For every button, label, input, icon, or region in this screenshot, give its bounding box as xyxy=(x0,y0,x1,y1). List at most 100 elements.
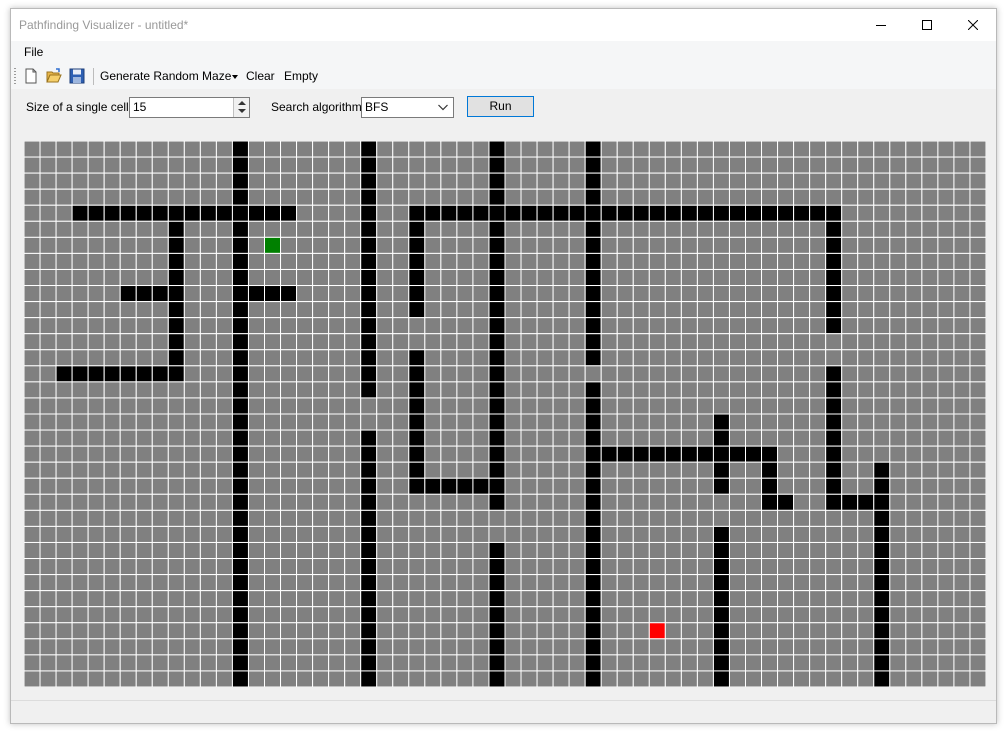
grid-cell[interactable] xyxy=(440,268,458,287)
grid-cell[interactable] xyxy=(247,638,266,656)
grid-cell[interactable] xyxy=(296,509,314,527)
grid-cell[interactable] xyxy=(632,622,650,640)
grid-cell[interactable] xyxy=(55,461,73,479)
grid-cell[interactable] xyxy=(921,493,939,511)
grid-cell[interactable] xyxy=(183,525,201,543)
grid-cell[interactable] xyxy=(536,558,554,576)
grid-cell[interactable] xyxy=(520,301,538,319)
wall-cell[interactable] xyxy=(873,638,891,656)
grid-cell[interactable] xyxy=(103,413,121,431)
grid-cell[interactable] xyxy=(408,622,426,640)
grid-cell[interactable] xyxy=(745,429,763,447)
grid-cell[interactable] xyxy=(905,429,923,447)
grid-cell[interactable] xyxy=(712,397,730,415)
grid-cell[interactable] xyxy=(103,638,121,656)
grid-cell[interactable] xyxy=(39,236,57,254)
grid-cell[interactable] xyxy=(199,638,217,656)
grid-cell[interactable] xyxy=(745,590,763,608)
grid-cell[interactable] xyxy=(392,541,410,560)
grid-cell[interactable] xyxy=(600,558,618,576)
grid-cell[interactable] xyxy=(504,493,522,511)
grid-cell[interactable] xyxy=(745,317,763,335)
grid-cell[interactable] xyxy=(264,638,282,656)
wall-cell[interactable] xyxy=(488,622,506,640)
grid-cell[interactable] xyxy=(247,333,266,351)
grid-cell[interactable] xyxy=(167,188,185,206)
grid-cell[interactable] xyxy=(712,140,730,158)
grid-cell[interactable] xyxy=(905,654,923,672)
wall-cell[interactable] xyxy=(119,285,137,303)
wall-cell[interactable] xyxy=(504,204,522,222)
grid-cell[interactable] xyxy=(199,477,217,495)
grid-cell[interactable] xyxy=(568,558,586,576)
wall-cell[interactable] xyxy=(488,397,506,415)
grid-cell[interactable] xyxy=(408,638,426,656)
grid-cell[interactable] xyxy=(504,381,522,399)
grid-cell[interactable] xyxy=(135,461,153,479)
grid-cell[interactable] xyxy=(616,349,634,367)
grid-cell[interactable] xyxy=(247,188,266,206)
grid-cell[interactable] xyxy=(328,220,346,238)
grid-cell[interactable] xyxy=(119,493,137,511)
grid-cell[interactable] xyxy=(424,493,442,511)
grid-cell[interactable] xyxy=(135,606,153,624)
grid-cell[interactable] xyxy=(103,461,121,479)
grid-cell[interactable] xyxy=(905,252,923,270)
grid-cell[interactable] xyxy=(392,285,410,303)
grid-cell[interactable] xyxy=(745,252,763,270)
grid-cell[interactable] xyxy=(937,670,955,688)
grid-cell[interactable] xyxy=(696,333,714,351)
grid-cell[interactable] xyxy=(504,509,522,527)
grid-cell[interactable] xyxy=(199,670,217,688)
grid-cell[interactable] xyxy=(520,397,538,415)
grid-cell[interactable] xyxy=(392,188,410,206)
grid-cell[interactable] xyxy=(809,156,827,174)
wall-cell[interactable] xyxy=(488,381,506,399)
grid-cell[interactable] xyxy=(215,622,233,640)
grid-cell[interactable] xyxy=(23,638,41,656)
grid-cell[interactable] xyxy=(937,333,955,351)
grid-cell[interactable] xyxy=(969,670,987,688)
grid-cell[interactable] xyxy=(616,381,634,399)
wall-cell[interactable] xyxy=(728,204,746,222)
wall-cell[interactable] xyxy=(632,445,650,463)
grid-cell[interactable] xyxy=(39,461,57,479)
grid-cell[interactable] xyxy=(87,220,105,238)
grid-cell[interactable] xyxy=(376,413,394,431)
grid-cell[interactable] xyxy=(280,252,298,270)
grid-cell[interactable] xyxy=(857,638,875,656)
grid-cell[interactable] xyxy=(280,268,298,287)
grid-cell[interactable] xyxy=(777,252,795,270)
grid-cell[interactable] xyxy=(264,670,282,688)
grid-cell[interactable] xyxy=(344,670,362,688)
grid-cell[interactable] xyxy=(167,541,185,560)
grid-cell[interactable] xyxy=(167,574,185,592)
grid-cell[interactable] xyxy=(648,606,666,624)
grid-cell[interactable] xyxy=(39,541,57,560)
grid-cell[interactable] xyxy=(873,445,891,463)
grid-cell[interactable] xyxy=(728,317,746,335)
grid-cell[interactable] xyxy=(167,493,185,511)
grid-cell[interactable] xyxy=(552,654,570,672)
wall-cell[interactable] xyxy=(103,204,121,222)
grid-cell[interactable] xyxy=(520,558,538,576)
grid-cell[interactable] xyxy=(536,413,554,431)
wall-cell[interactable] xyxy=(825,236,843,254)
grid-cell[interactable] xyxy=(921,204,939,222)
grid-cell[interactable] xyxy=(905,236,923,254)
grid-cell[interactable] xyxy=(456,413,474,431)
grid-cell[interactable] xyxy=(440,317,458,335)
grid-cell[interactable] xyxy=(199,236,217,254)
grid-cell[interactable] xyxy=(39,477,57,495)
grid-cell[interactable] xyxy=(520,140,538,158)
grid-cell[interactable] xyxy=(793,461,811,479)
open-folder-icon[interactable] xyxy=(46,68,62,84)
wall-cell[interactable] xyxy=(360,236,378,254)
grid-cell[interactable] xyxy=(728,140,746,158)
grid-cell[interactable] xyxy=(408,188,426,206)
grid-cell[interactable] xyxy=(664,638,682,656)
grid-cell[interactable] xyxy=(552,622,570,640)
grid-cell[interactable] xyxy=(151,574,169,592)
grid-cell[interactable] xyxy=(921,622,939,640)
grid-cell[interactable] xyxy=(504,317,522,335)
